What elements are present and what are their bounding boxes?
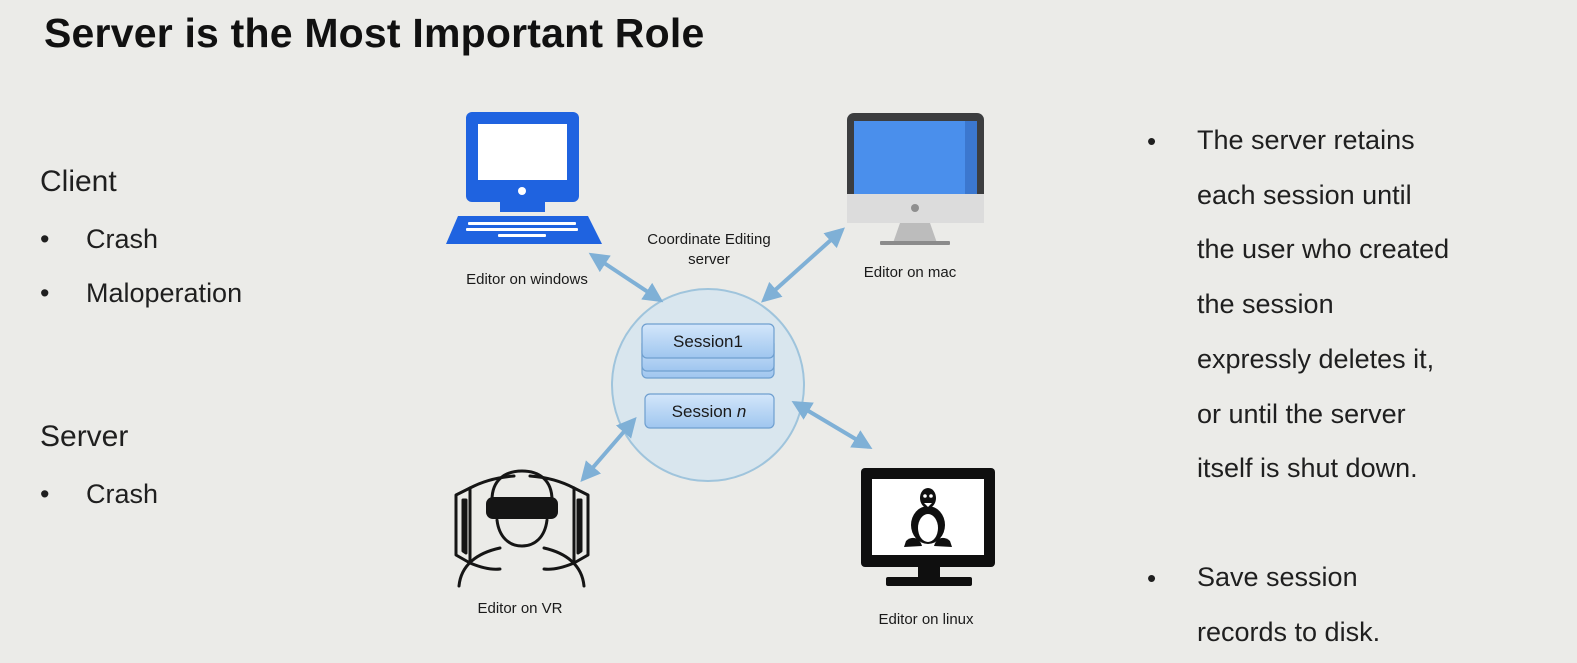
editor-vr-label: Editor on VR xyxy=(477,600,562,617)
arrow-vr-server xyxy=(580,416,637,483)
retention-line: itself is shut down. xyxy=(1197,453,1418,483)
editor-mac-label: Editor on mac xyxy=(864,264,957,281)
editor-linux-label: Editor on linux xyxy=(878,611,974,628)
retention-line: each session until xyxy=(1197,180,1412,210)
retention-line: The server retains xyxy=(1197,125,1415,155)
retention-line: the session xyxy=(1197,289,1334,319)
server-label-line2: server xyxy=(688,251,730,268)
arrow-windows-server xyxy=(588,252,664,303)
mac-monitor-icon xyxy=(847,113,984,245)
editor-windows-label: Editor on windows xyxy=(466,271,588,288)
session-n-label: Session n xyxy=(672,402,747,421)
retention-line: expressly deletes it, xyxy=(1197,344,1435,374)
arrow-mac-server xyxy=(761,227,845,303)
slide: Server is the Most Important Role Client… xyxy=(0,0,1577,663)
linux-monitor-icon xyxy=(861,468,995,586)
server-label-line1: Coordinate Editing xyxy=(647,231,770,248)
bullet-icon: • xyxy=(1147,563,1157,593)
server-node: Session1 Session n xyxy=(611,288,805,482)
session-n-variable: n xyxy=(737,402,746,421)
retention-line: or until the server xyxy=(1197,399,1406,429)
session-1-label: Session1 xyxy=(673,332,743,351)
save-records-line: records to disk. xyxy=(1197,617,1381,647)
vr-headset-user-icon xyxy=(454,469,590,588)
windows-computer-icon xyxy=(446,112,602,244)
bullet-icon: • xyxy=(1147,126,1157,156)
session-n-prefix: Session xyxy=(672,402,737,421)
arrow-linux-server xyxy=(791,400,873,450)
retention-line: the user who created xyxy=(1197,234,1450,264)
save-records-line: Save session xyxy=(1197,562,1358,592)
